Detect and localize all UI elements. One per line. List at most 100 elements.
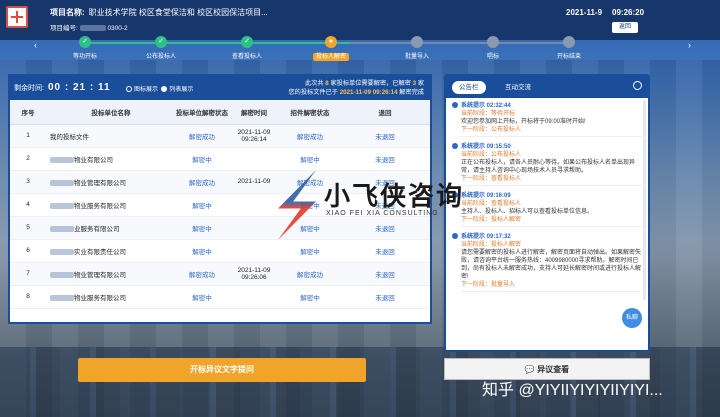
decrypt-time: 2021-11-09 09:26:06 xyxy=(228,262,280,286)
decrypt-status[interactable]: 解密成功 xyxy=(176,170,228,194)
objection-view-label: 异议查看 xyxy=(537,365,570,374)
decrypt-status[interactable]: 解密中 xyxy=(176,239,228,263)
decrypt-time xyxy=(228,239,280,263)
step-1: ✓ 等功开标 xyxy=(72,36,97,60)
project-name-row: 项目名称: 职业技术学院 校区食堂保洁和 校区校园保洁项目... xyxy=(50,7,268,18)
total-count: 8 xyxy=(325,80,329,87)
decrypt-status[interactable]: 解密中 xyxy=(176,285,228,309)
next-arrow-icon[interactable]: › xyxy=(688,40,691,50)
redacted-mark xyxy=(50,156,74,163)
bidder-name-text: 物业服务有限公司 xyxy=(74,202,126,210)
current-time: 09:26:20 xyxy=(612,8,645,17)
bid-decrypt-status: 解密成功 xyxy=(280,262,340,286)
private-chat-button[interactable]: 私聊 xyxy=(622,308,642,328)
bidder-name-text: 物业管理有限公司 xyxy=(74,271,126,279)
notice-message: 系统提示 02:32:44 当前阶段：等待开标 欢迎您参加网上开标，开标将于09:0… xyxy=(452,102,642,137)
bidder-name: 实业有限责任公司 xyxy=(46,239,176,263)
bidder-name-text: 物业有限公司 xyxy=(74,156,113,164)
message-body: 正在公布投标人，请各人员耐心等待。如果公布投标人名单出现异常，请主持人咨询中心现… xyxy=(461,160,636,174)
return-status[interactable]: 未退回 xyxy=(340,285,430,309)
decrypt-status[interactable]: 解密中 xyxy=(176,193,228,217)
view-grid-label[interactable]: 图标展示 xyxy=(134,87,158,93)
tab-chat[interactable]: 互动交流 xyxy=(498,81,538,94)
message-next-stage: 下一阶段：投标人解密 xyxy=(461,216,642,227)
decrypt-status[interactable]: 解密中 xyxy=(176,147,228,171)
table-row: 5 业服务有限公司 解密中 解密中 未退回 xyxy=(10,216,430,240)
countdown: 剩余时间: 00 : 21 : 11 xyxy=(14,82,111,93)
decrypt-status[interactable]: 解密成功 xyxy=(176,124,228,148)
message-body: 欢迎您参加网上开标，开标将于09:00准时开始! xyxy=(461,119,586,125)
table-header-row: 序号 投标单位名称 投标单位解密状态 解密时间 招件解密状态 退回 xyxy=(10,100,430,125)
project-name-value: 职业技术学院 校区食堂保洁和 校区校园保洁项目... xyxy=(88,8,268,17)
table-row: 8 物业服务有限公司 解密中 解密中 未退回 xyxy=(10,285,430,309)
message-stage: 当前阶段：等待开标 xyxy=(461,111,516,117)
bid-decrypt-status: 解密中 xyxy=(280,285,340,309)
search-icon[interactable] xyxy=(633,81,642,90)
message-title-text: 系统提示 09:15:50 xyxy=(461,144,511,150)
bidder-name-text: 业服务有限公司 xyxy=(74,225,120,233)
col-time: 解密时间 xyxy=(228,100,280,125)
col-name: 投标单位名称 xyxy=(46,100,176,125)
table-row: 2 物业有限公司 解密中 解密中 未退回 xyxy=(10,147,430,171)
bidder-name: 业服务有限公司 xyxy=(46,216,176,240)
view-list-label[interactable]: 列表展示 xyxy=(169,87,193,93)
step-4: ● 投标人解密 xyxy=(296,36,366,61)
current-date: 2021-11-9 xyxy=(566,8,603,17)
progress-steps: ✓ 等功开标 ✓ 公布投标人 ✓ 查看投标人 ● 投标人解密 批量导入 唱标 开标结束 xyxy=(50,34,610,61)
return-status[interactable]: 未退回 xyxy=(340,216,430,240)
row-number: 4 xyxy=(10,193,46,217)
col-status2: 招件解密状态 xyxy=(280,100,340,125)
return-status[interactable]: 未退回 xyxy=(340,239,430,263)
message-body: 主持人、投标人、招标人可以查看投标单位信息。 xyxy=(461,209,594,215)
view-grid-radio[interactable] xyxy=(126,86,132,93)
redacted-mark xyxy=(50,179,74,186)
bidder-name-text: 物业管理有限公司 xyxy=(74,179,126,187)
bid-decrypt-status: 解密中 xyxy=(280,239,340,263)
check-icon: ✓ xyxy=(241,36,253,48)
redacted-mark xyxy=(50,248,74,255)
datetime: 2021-11-9 09:26:20 xyxy=(566,8,654,17)
view-list-radio[interactable] xyxy=(161,86,168,93)
watermark-zhihu: 知乎 @YIYIIYIYIYIIYIYI... xyxy=(482,382,663,399)
countdown-label: 剩余时间: xyxy=(14,85,44,92)
pending-step-icon xyxy=(563,36,575,48)
step-3: ✓ 查看投标人 xyxy=(231,36,262,60)
return-status[interactable]: 未退回 xyxy=(340,124,430,148)
row-number: 7 xyxy=(10,262,46,286)
decrypted-count: 3 xyxy=(412,80,417,87)
decrypt-status[interactable]: 解密成功 xyxy=(176,262,228,286)
decrypt-time: 2021-11-09 xyxy=(228,170,280,194)
status-text: 您的投标文件已于 xyxy=(288,89,338,96)
redacted-mark xyxy=(50,271,74,278)
decrypt-time xyxy=(228,147,280,171)
decrypt-status[interactable]: 解密中 xyxy=(176,216,228,240)
return-status[interactable]: 未退回 xyxy=(340,147,430,171)
table-row: 7 物业管理有限公司 解密成功 2021-11-09 09:26:06 解密成功 未退回 xyxy=(10,262,430,286)
prev-arrow-icon[interactable]: ‹ xyxy=(34,40,37,50)
step-5: 批量导入 xyxy=(382,36,452,60)
row-number: 6 xyxy=(10,239,46,263)
decrypt-status-info: 此次共 8 家投标单位需要解密，已解密 3 家 您的投标文件已于 2021-11… xyxy=(288,79,424,97)
message-title: 系统提示 09:17:32 xyxy=(452,233,642,241)
return-status[interactable]: 未退回 xyxy=(340,262,430,286)
row-number: 5 xyxy=(10,216,46,240)
notice-panel-header: 公告栏 互动交流 xyxy=(446,76,648,98)
tab-notice[interactable]: 公告栏 xyxy=(452,81,486,94)
step-2: ✓ 公布投标人 xyxy=(145,36,176,60)
chat-bubble-icon: 💬 xyxy=(524,365,538,374)
back-button[interactable]: 返回 xyxy=(612,22,638,33)
objection-question-button[interactable]: 开标异议文字提问 xyxy=(78,358,366,382)
message-title-text: 系统提示 09:17:32 xyxy=(461,234,511,240)
scrollbar[interactable] xyxy=(643,100,646,300)
pending-step-icon xyxy=(487,36,499,48)
bidder-name: 我的投标文件 xyxy=(46,124,176,148)
pending-step-icon xyxy=(411,36,423,48)
decrypt-time xyxy=(228,285,280,309)
bidder-name: 物业管理有限公司 xyxy=(46,170,176,194)
redacted-mark xyxy=(50,225,74,232)
step-6: 唱标 xyxy=(458,36,528,60)
bidder-name: 物业服务有限公司 xyxy=(46,193,176,217)
notice-panel: 公告栏 互动交流 系统提示 02:32:44 当前阶段：等待开标 欢迎您参加网上开标… xyxy=(444,74,650,352)
message-body: 请您需要解密的投标人进行解密，解密页面将自动弹出。如果解密失败，请咨询平台统一服… xyxy=(461,250,642,280)
col-no: 序号 xyxy=(10,100,46,125)
